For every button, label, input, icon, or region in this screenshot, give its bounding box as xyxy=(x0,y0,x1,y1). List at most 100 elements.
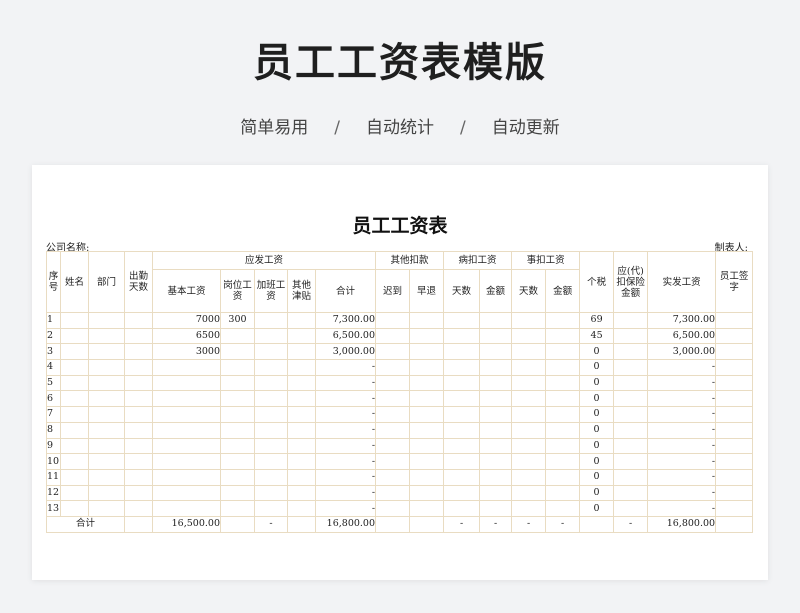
cell-overtime[interactable] xyxy=(254,374,288,392)
cell-early[interactable] xyxy=(409,343,445,361)
cell-leave-days[interactable] xyxy=(511,406,547,423)
total-insurance[interactable]: - xyxy=(613,515,649,533)
cell-early[interactable] xyxy=(409,453,445,470)
cell-name[interactable] xyxy=(60,343,89,361)
cell-sick-amount[interactable] xyxy=(479,343,513,361)
cell-name[interactable] xyxy=(60,359,89,376)
cell-early[interactable] xyxy=(409,390,445,408)
total-leave-days[interactable]: - xyxy=(511,515,547,533)
cell-name[interactable] xyxy=(60,453,89,470)
cell-dept[interactable] xyxy=(88,312,125,329)
cell-leave-amount[interactable] xyxy=(545,374,581,392)
total-net[interactable]: 16,800.00 xyxy=(647,515,717,533)
cell-base[interactable] xyxy=(152,500,221,517)
cell-overtime[interactable] xyxy=(254,406,288,423)
cell-dept[interactable] xyxy=(88,437,125,455)
cell-seq[interactable]: 2 xyxy=(46,327,61,345)
cell-net[interactable]: - xyxy=(647,500,717,517)
cell-base[interactable] xyxy=(152,468,221,486)
cell-dept[interactable] xyxy=(88,468,125,486)
cell-leave-amount[interactable] xyxy=(545,484,581,502)
cell-dept[interactable] xyxy=(88,484,125,502)
cell-net[interactable]: - xyxy=(647,468,717,486)
cell-sick-days[interactable] xyxy=(443,500,481,517)
cell-sign[interactable] xyxy=(715,390,754,408)
cell-insurance[interactable] xyxy=(613,406,649,423)
cell-name[interactable] xyxy=(60,421,89,439)
cell-late[interactable] xyxy=(375,437,411,455)
cell-post[interactable] xyxy=(220,468,255,486)
cell-seq[interactable]: 3 xyxy=(46,343,61,361)
cell-late[interactable] xyxy=(375,327,411,345)
cell-days[interactable] xyxy=(124,343,153,361)
cell-post[interactable] xyxy=(220,390,255,408)
cell-leave-amount[interactable] xyxy=(545,327,581,345)
cell-sign[interactable] xyxy=(715,359,754,376)
cell-overtime[interactable] xyxy=(254,484,288,502)
cell-seq[interactable]: 13 xyxy=(46,500,61,517)
cell-overtime[interactable] xyxy=(254,453,288,470)
cell-early[interactable] xyxy=(409,500,445,517)
cell-allowance[interactable] xyxy=(287,484,316,502)
cell-sign[interactable] xyxy=(715,453,754,470)
table-cell[interactable] xyxy=(220,515,255,533)
cell-sign[interactable] xyxy=(715,406,754,423)
cell-post[interactable] xyxy=(220,374,255,392)
cell-base[interactable] xyxy=(152,484,221,502)
cell-tax[interactable]: 0 xyxy=(579,343,615,361)
cell-net[interactable]: 3,000.00 xyxy=(647,343,717,361)
cell-overtime[interactable] xyxy=(254,437,288,455)
cell-allowance[interactable] xyxy=(287,468,316,486)
cell-dept[interactable] xyxy=(88,406,125,423)
cell-base[interactable] xyxy=(152,421,221,439)
cell-early[interactable] xyxy=(409,312,445,329)
cell-post[interactable] xyxy=(220,406,255,423)
cell-subtotal[interactable]: - xyxy=(314,453,377,470)
total-overtime[interactable]: - xyxy=(254,515,288,533)
cell-post[interactable] xyxy=(220,437,255,455)
cell-dept[interactable] xyxy=(88,343,125,361)
cell-base[interactable] xyxy=(152,437,221,455)
cell-post[interactable] xyxy=(220,421,255,439)
cell-sick-amount[interactable] xyxy=(479,374,513,392)
cell-seq[interactable]: 9 xyxy=(46,437,61,455)
table-cell[interactable] xyxy=(287,515,316,533)
cell-insurance[interactable] xyxy=(613,500,649,517)
cell-late[interactable] xyxy=(375,406,411,423)
cell-subtotal[interactable]: - xyxy=(314,437,377,455)
cell-net[interactable]: 7,300.00 xyxy=(647,312,717,329)
cell-post[interactable] xyxy=(220,327,255,345)
cell-dept[interactable] xyxy=(88,421,125,439)
cell-overtime[interactable] xyxy=(254,390,288,408)
cell-subtotal[interactable]: - xyxy=(314,500,377,517)
cell-days[interactable] xyxy=(124,374,153,392)
table-cell[interactable] xyxy=(715,515,754,533)
cell-name[interactable] xyxy=(60,468,89,486)
cell-tax[interactable]: 0 xyxy=(579,468,615,486)
cell-seq[interactable]: 10 xyxy=(46,453,61,470)
cell-sick-amount[interactable] xyxy=(479,327,513,345)
cell-dept[interactable] xyxy=(88,390,125,408)
cell-tax[interactable]: 0 xyxy=(579,390,615,408)
cell-days[interactable] xyxy=(124,406,153,423)
cell-leave-days[interactable] xyxy=(511,359,547,376)
cell-sick-amount[interactable] xyxy=(479,421,513,439)
cell-insurance[interactable] xyxy=(613,327,649,345)
cell-leave-amount[interactable] xyxy=(545,312,581,329)
cell-insurance[interactable] xyxy=(613,421,649,439)
cell-subtotal[interactable]: - xyxy=(314,359,377,376)
cell-sign[interactable] xyxy=(715,312,754,329)
cell-overtime[interactable] xyxy=(254,500,288,517)
cell-name[interactable] xyxy=(60,327,89,345)
cell-sick-days[interactable] xyxy=(443,374,481,392)
cell-days[interactable] xyxy=(124,453,153,470)
cell-late[interactable] xyxy=(375,390,411,408)
cell-subtotal[interactable]: - xyxy=(314,421,377,439)
cell-insurance[interactable] xyxy=(613,374,649,392)
cell-allowance[interactable] xyxy=(287,359,316,376)
cell-name[interactable] xyxy=(60,500,89,517)
cell-seq[interactable]: 4 xyxy=(46,359,61,376)
cell-post[interactable]: 300 xyxy=(220,312,255,329)
cell-sick-days[interactable] xyxy=(443,468,481,486)
cell-sick-amount[interactable] xyxy=(479,359,513,376)
